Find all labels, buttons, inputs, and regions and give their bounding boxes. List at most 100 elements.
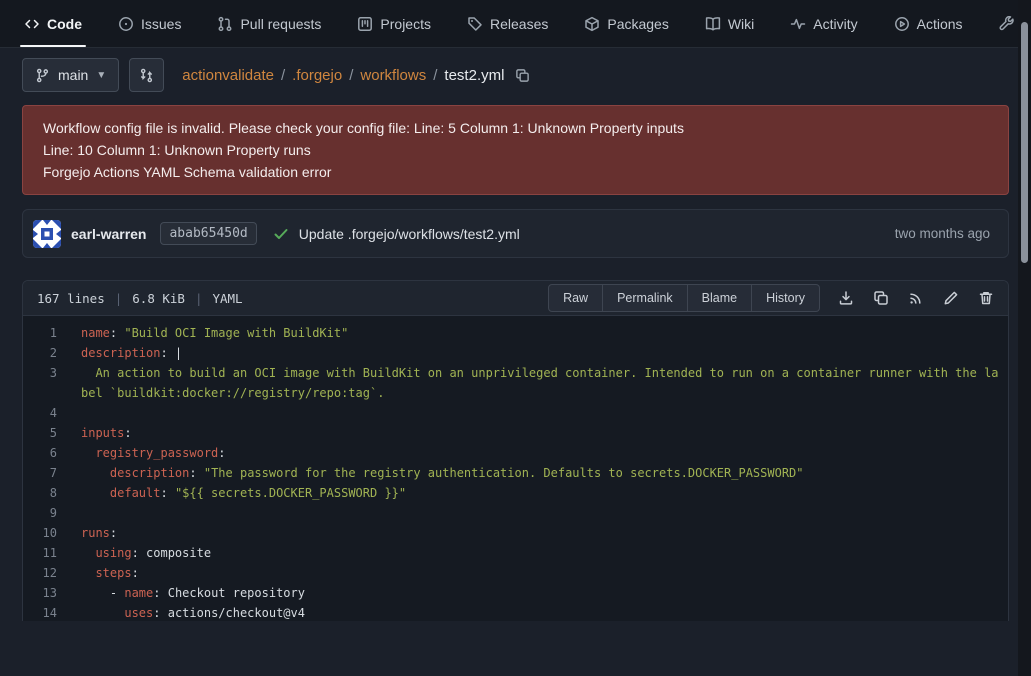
rss-feed-icon[interactable] <box>908 290 924 306</box>
code-line: 4 <box>23 403 1008 423</box>
error-line: Workflow config file is invalid. Please … <box>43 117 988 139</box>
code-line: 1name: "Build OCI Image with BuildKit" <box>23 323 1008 343</box>
file-language: YAML <box>212 291 242 306</box>
code-line-text: using: composite <box>67 543 1008 563</box>
chevron-down-icon: ▼ <box>96 70 106 81</box>
line-number[interactable]: 11 <box>23 543 67 563</box>
compare-button[interactable] <box>129 58 164 92</box>
code-line: 3 An action to build an OCI image with B… <box>23 363 1008 403</box>
code-icon <box>24 16 40 32</box>
branch-icon <box>35 68 50 83</box>
tab-label: Releases <box>490 16 548 32</box>
code-line: 12 steps: <box>23 563 1008 583</box>
book-icon <box>705 16 721 32</box>
breadcrumb-separator: / <box>281 67 285 84</box>
line-number[interactable]: 8 <box>23 483 67 503</box>
line-number[interactable]: 9 <box>23 503 67 523</box>
code-line-text <box>67 403 1008 423</box>
breadcrumb-dir-link[interactable]: workflows <box>360 67 426 84</box>
raw-button[interactable]: Raw <box>548 284 603 312</box>
code-line-text: An action to build an OCI image with Bui… <box>67 363 1008 403</box>
code-line: 10runs: <box>23 523 1008 543</box>
code-line-text: registry_password: <box>67 443 1008 463</box>
file-size: 6.8 KiB <box>132 291 185 306</box>
tab-projects[interactable]: Projects <box>353 0 435 47</box>
commit-hash[interactable]: abab65450d <box>160 222 256 245</box>
line-number[interactable]: 4 <box>23 403 67 423</box>
project-icon <box>357 16 373 32</box>
error-line: Forgejo Actions YAML Schema validation e… <box>43 161 988 183</box>
code-line-text <box>67 503 1008 523</box>
line-number[interactable]: 2 <box>23 343 67 363</box>
code-line-text: name: "Build OCI Image with BuildKit" <box>67 323 1008 343</box>
play-circle-icon <box>894 16 910 32</box>
latest-commit-bar: earl-warren abab65450d Update .forgejo/w… <box>22 209 1009 258</box>
code-line-text: runs: <box>67 523 1008 543</box>
page-scrollbar-thumb[interactable] <box>1021 22 1028 263</box>
page-scrollbar-track[interactable] <box>1018 0 1031 676</box>
tab-packages[interactable]: Packages <box>580 0 672 47</box>
breadcrumb-repo-link[interactable]: actionvalidate <box>182 67 274 84</box>
commit-author[interactable]: earl-warren <box>71 226 146 242</box>
tab-label: Code <box>47 16 82 32</box>
error-line: Line: 10 Column 1: Unknown Property runs <box>43 139 988 161</box>
breadcrumb-dir-link[interactable]: .forgejo <box>292 67 342 84</box>
file-action-icons <box>838 290 994 306</box>
branch-selector[interactable]: main ▼ <box>22 58 119 92</box>
line-number[interactable]: 6 <box>23 443 67 463</box>
breadcrumb-separator: / <box>349 67 353 84</box>
divider: | <box>115 291 123 306</box>
code-line: 9 <box>23 503 1008 523</box>
code-line-text: description: "The password for the regis… <box>67 463 1008 483</box>
tab-releases[interactable]: Releases <box>463 0 552 47</box>
file-path-header: main ▼ actionvalidate / .forgejo / workf… <box>22 58 1009 92</box>
tab-label: Projects <box>380 16 431 32</box>
code-line: 7 description: "The password for the reg… <box>23 463 1008 483</box>
file-info: 167 lines | 6.8 KiB | YAML <box>37 291 243 306</box>
permalink-button[interactable]: Permalink <box>603 284 688 312</box>
line-number[interactable]: 5 <box>23 423 67 443</box>
line-number[interactable]: 7 <box>23 463 67 483</box>
edit-pencil-icon[interactable] <box>943 290 959 306</box>
issue-icon <box>118 16 134 32</box>
file-view: 167 lines | 6.8 KiB | YAML Raw Permalink… <box>22 280 1009 621</box>
code-line-text: inputs: <box>67 423 1008 443</box>
compare-icon <box>139 68 154 83</box>
branch-name: main <box>58 67 88 83</box>
tab-wiki[interactable]: Wiki <box>701 0 758 47</box>
code-viewer: 1name: "Build OCI Image with BuildKit"2d… <box>23 316 1008 621</box>
line-number[interactable]: 12 <box>23 563 67 583</box>
tools-icon <box>999 16 1015 32</box>
line-number[interactable]: 14 <box>23 603 67 621</box>
tab-activity[interactable]: Activity <box>786 0 861 47</box>
repo-tab-bar: Code Issues Pull requests Projects Relea… <box>0 0 1031 48</box>
identicon <box>33 220 61 248</box>
commit-message[interactable]: Update .forgejo/workflows/test2.yml <box>299 226 520 242</box>
blame-button[interactable]: Blame <box>688 284 752 312</box>
commit-status-check-icon[interactable] <box>273 226 289 242</box>
copy-content-icon[interactable] <box>873 290 889 306</box>
code-line: 8 default: "${{ secrets.DOCKER_PASSWORD … <box>23 483 1008 503</box>
tab-label: Pull requests <box>240 16 321 32</box>
line-number[interactable]: 10 <box>23 523 67 543</box>
file-line-count: 167 lines <box>37 291 105 306</box>
history-button[interactable]: History <box>752 284 820 312</box>
code-line-text: steps: <box>67 563 1008 583</box>
copy-path-icon[interactable] <box>515 68 530 83</box>
line-number[interactable]: 1 <box>23 323 67 343</box>
tab-code[interactable]: Code <box>20 0 86 47</box>
avatar[interactable] <box>33 220 61 248</box>
tab-pull-requests[interactable]: Pull requests <box>213 0 325 47</box>
tab-issues[interactable]: Issues <box>114 0 185 47</box>
tag-icon <box>467 16 483 32</box>
line-number[interactable]: 13 <box>23 583 67 603</box>
line-number[interactable]: 3 <box>23 363 67 403</box>
code-line: 5inputs: <box>23 423 1008 443</box>
delete-trash-icon[interactable] <box>978 290 994 306</box>
code-line-text: - name: Checkout repository <box>67 583 1008 603</box>
commit-time: two months ago <box>895 226 998 241</box>
breadcrumb-current-file: test2.yml <box>444 67 504 84</box>
tab-actions[interactable]: Actions <box>890 0 967 47</box>
code-line: 2description: | <box>23 343 1008 363</box>
download-icon[interactable] <box>838 290 854 306</box>
